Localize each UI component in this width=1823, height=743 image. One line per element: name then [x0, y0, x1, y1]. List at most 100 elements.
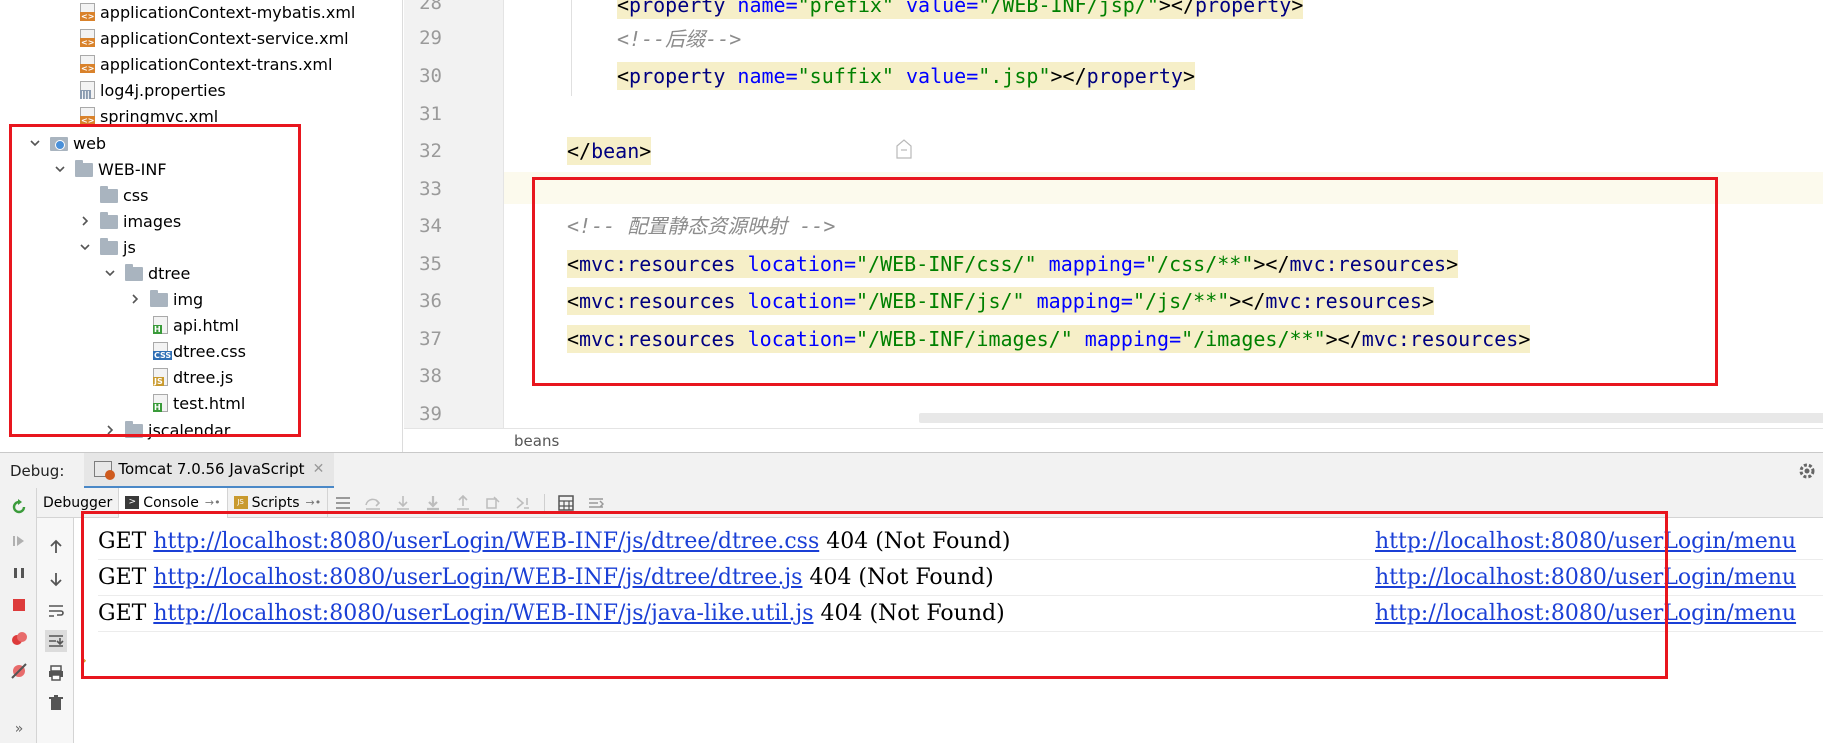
request-url-link[interactable]: http://localhost:8080/userLogin/WEB-INF/… — [153, 529, 819, 554]
debug-action-bar: » — [0, 488, 37, 743]
rerun-icon[interactable] — [8, 496, 30, 518]
tree-item-images[interactable]: images — [0, 209, 400, 233]
tree-item[interactable]: <> applicationContext-trans.xml — [0, 52, 400, 76]
menu-icon[interactable] — [330, 490, 356, 516]
chevron-down-icon[interactable] — [28, 136, 42, 150]
line-number: 32 — [419, 140, 442, 162]
view-breakpoints-icon[interactable] — [8, 628, 30, 650]
line-number: 33 — [419, 178, 442, 200]
down-arrow-icon[interactable] — [45, 568, 67, 590]
properties-file-icon: ||| — [80, 81, 95, 99]
tree-item-js[interactable]: js — [0, 235, 400, 259]
tab-console[interactable]: > Console →• — [119, 487, 228, 518]
tree-item-jscalendar[interactable]: jscalendar — [0, 418, 400, 442]
tree-item[interactable]: H test.html — [0, 391, 400, 415]
html-file-icon: H — [153, 316, 168, 334]
horizontal-scrollbar[interactable] — [919, 413, 1823, 423]
current-line-highlight — [504, 172, 1823, 204]
tree-item[interactable]: H api.html — [0, 313, 400, 337]
pin-icon: →• — [204, 496, 221, 509]
chevron-down-icon[interactable] — [53, 162, 67, 176]
evaluate-expression-icon[interactable] — [553, 490, 579, 516]
line-number: 29 — [419, 27, 442, 49]
fold-icon[interactable] — [894, 138, 914, 160]
code-line-37: <mvc:resources location="/WEB-INF/images… — [567, 325, 1531, 353]
up-arrow-icon[interactable] — [45, 536, 67, 558]
tab-debugger[interactable]: Debugger — [37, 487, 120, 518]
line-number: 35 — [419, 253, 442, 275]
tree-item-web-inf[interactable]: WEB-INF — [0, 157, 400, 181]
resume-icon[interactable] — [8, 530, 30, 552]
css-file-icon: CSS — [153, 342, 173, 360]
force-step-into-icon[interactable] — [420, 490, 446, 516]
status-text: 404 (Not Found) — [813, 601, 1005, 626]
step-out-icon[interactable] — [450, 490, 476, 516]
http-method: GET — [98, 601, 147, 626]
source-link[interactable]: http://localhost:8080/userLogin/menu — [1375, 596, 1796, 632]
code-comment: <!-- 配置静态资源映射 --> — [567, 214, 836, 238]
trace-icon[interactable] — [583, 490, 609, 516]
chevron-down-icon[interactable] — [78, 240, 92, 254]
tree-item-label: img — [173, 289, 204, 309]
status-text: 404 (Not Found) — [802, 565, 994, 590]
code-editor[interactable]: 28 29 30 31 32 33 34 35 36 37 38 39 <pro… — [404, 0, 1823, 428]
tree-item[interactable]: CSS dtree.css — [0, 339, 400, 363]
pause-icon[interactable] — [8, 562, 30, 584]
soft-wrap-icon[interactable] — [45, 600, 67, 622]
request-url-link[interactable]: http://localhost:8080/userLogin/WEB-INF/… — [153, 601, 813, 626]
request-url-link[interactable]: http://localhost:8080/userLogin/WEB-INF/… — [153, 565, 802, 590]
tree-item[interactable]: <> applicationContext-mybatis.xml — [0, 0, 400, 24]
tree-item-web[interactable]: web — [0, 131, 400, 155]
tree-item[interactable]: <> springmvc.xml — [0, 104, 400, 128]
xml-file-icon: <> — [80, 107, 96, 125]
folder-icon — [100, 186, 118, 203]
gear-icon[interactable] — [1797, 461, 1817, 481]
code-comment: <!--后缀--> — [617, 27, 742, 51]
folder-icon — [150, 290, 168, 307]
http-method: GET — [98, 529, 147, 554]
chevron-right-icon[interactable] — [78, 214, 92, 228]
step-into-icon[interactable] — [390, 490, 416, 516]
tree-item-img[interactable]: img — [0, 287, 400, 311]
tree-item-dtree[interactable]: dtree — [0, 261, 400, 285]
console-output[interactable]: GET http://localhost:8080/userLogin/WEB-… — [74, 518, 1823, 743]
close-icon[interactable]: ✕ — [313, 461, 325, 477]
session-tab-label: Tomcat 7.0.56 JavaScript — [118, 460, 305, 478]
tree-item-label: api.html — [173, 315, 239, 335]
console-line: GET http://localhost:8080/userLogin/WEB-… — [98, 560, 1823, 596]
mute-breakpoints-icon[interactable] — [8, 660, 30, 682]
tree-item-css[interactable]: css — [0, 183, 400, 207]
tree-item[interactable]: ||| log4j.properties — [0, 78, 400, 102]
trash-icon[interactable] — [45, 692, 67, 714]
step-over-icon[interactable] — [360, 490, 386, 516]
tree-item[interactable]: <> applicationContext-service.xml — [0, 26, 400, 50]
source-link[interactable]: http://localhost:8080/userLogin/menu — [1375, 560, 1796, 596]
chevron-right-icon[interactable] — [128, 292, 142, 306]
breadcrumb[interactable]: beans — [404, 428, 1823, 452]
chevron-down-icon[interactable] — [103, 266, 117, 280]
chevron-right-icon[interactable] — [103, 423, 117, 437]
debug-label: Debug: — [10, 461, 65, 480]
folder-icon — [100, 238, 118, 255]
run-to-cursor-icon[interactable] — [510, 490, 536, 516]
indent-guide — [571, 0, 572, 96]
source-link[interactable]: http://localhost:8080/userLogin/menu — [1375, 524, 1796, 560]
tree-item-label: springmvc.xml — [100, 106, 219, 126]
tree-item-label: css — [123, 185, 149, 205]
print-icon[interactable] — [45, 662, 67, 684]
tree-item-label: images — [123, 211, 182, 231]
tab-scripts[interactable]: JS Scripts →• — [228, 487, 329, 518]
console-action-bar — [37, 488, 74, 743]
tree-item[interactable]: JS dtree.js — [0, 365, 400, 389]
stop-icon[interactable] — [8, 594, 30, 616]
status-text: 404 (Not Found) — [819, 529, 1011, 554]
line-number: 36 — [419, 290, 442, 312]
web-folder-icon — [50, 137, 68, 151]
scroll-to-end-icon[interactable] — [45, 630, 67, 652]
tab-console-label: Console — [143, 494, 199, 511]
tab-debug-session[interactable]: Tomcat 7.0.56 JavaScript ✕ — [84, 452, 335, 489]
drop-frame-icon[interactable] — [480, 490, 506, 516]
console-prompt[interactable]: › — [80, 650, 87, 671]
more-icon[interactable]: » — [8, 718, 30, 740]
http-method: GET — [98, 565, 147, 590]
